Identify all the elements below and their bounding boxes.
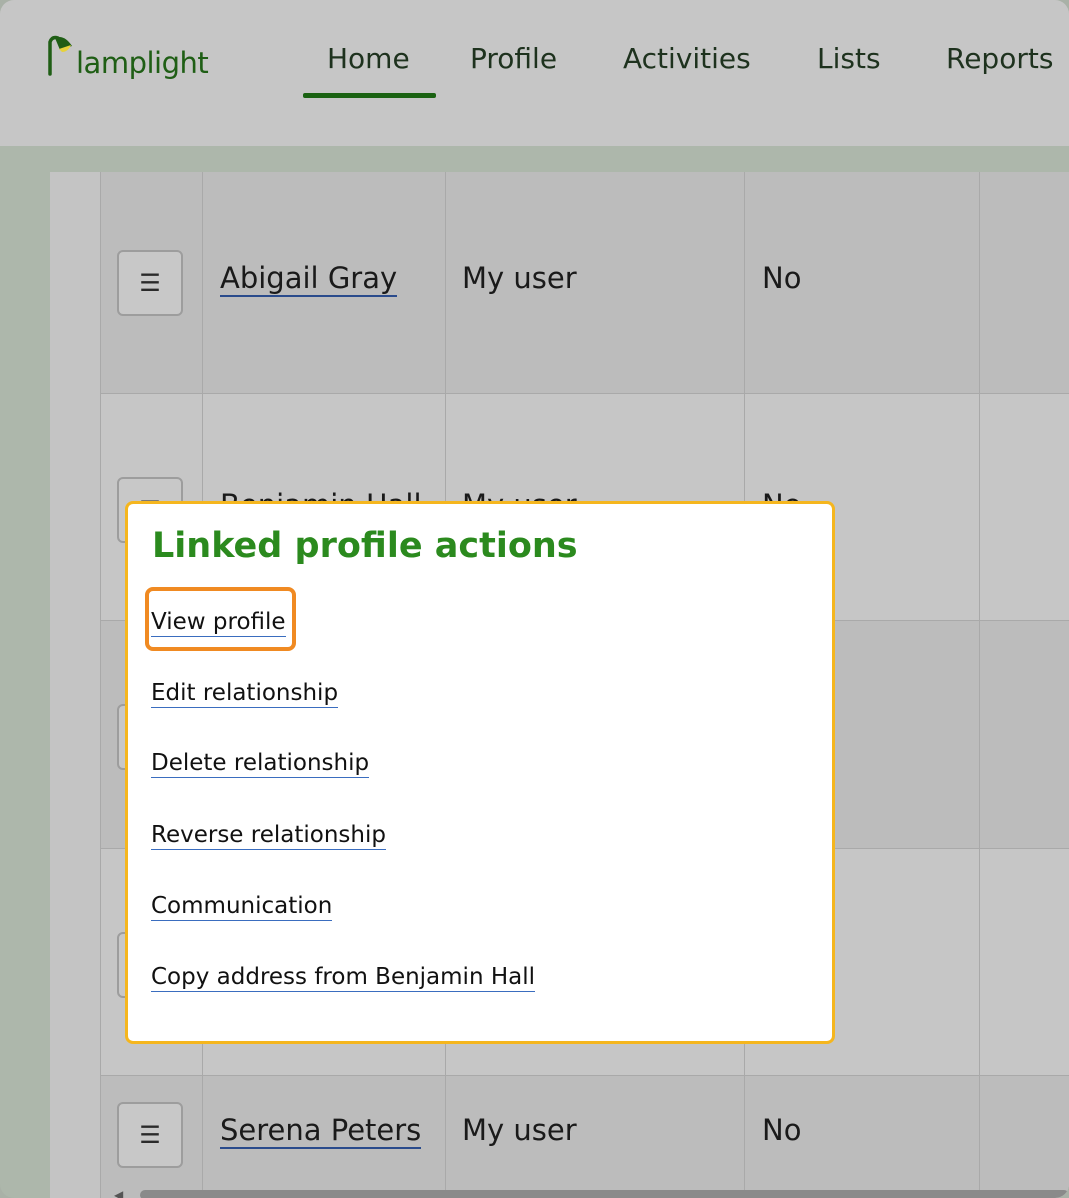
status-cell: No: [762, 1113, 802, 1147]
active-tab-indicator: [303, 93, 436, 98]
tab-activities[interactable]: Activities: [623, 42, 751, 75]
status-cell: No: [762, 261, 802, 295]
reverse-relationship-link[interactable]: Reverse relationship: [151, 821, 386, 850]
top-header: lamplight Home Profile Activities Lists …: [0, 0, 1069, 147]
tab-home[interactable]: Home: [327, 42, 410, 75]
tab-reports[interactable]: Reports: [946, 42, 1053, 75]
column-divider: [100, 172, 101, 1198]
lamp-icon: [48, 35, 72, 76]
copy-address-link[interactable]: Copy address from Benjamin Hall: [151, 963, 536, 992]
linked-profile-actions-popup: Linked profile actions View profile Edit…: [125, 501, 835, 1044]
row-menu-button[interactable]: ☰: [117, 250, 183, 316]
tab-lists[interactable]: Lists: [817, 42, 881, 75]
hamburger-icon: ☰: [139, 269, 161, 297]
profile-name-link[interactable]: Abigail Gray: [220, 261, 398, 297]
edit-relationship-link[interactable]: Edit relationship: [151, 679, 339, 708]
scroll-left-icon[interactable]: ◀: [114, 1188, 123, 1198]
focus-highlight: [145, 587, 296, 651]
delete-relationship-link[interactable]: Delete relationship: [151, 749, 370, 778]
hamburger-icon: ☰: [139, 1121, 161, 1149]
communication-link[interactable]: Communication: [151, 892, 333, 921]
tab-profile[interactable]: Profile: [470, 42, 557, 75]
row-menu-button[interactable]: ☰: [117, 1102, 183, 1168]
horizontal-scrollbar[interactable]: [140, 1190, 1069, 1198]
column-divider: [979, 172, 980, 1198]
profile-name-link[interactable]: Serena Peters: [220, 1113, 422, 1149]
relationship-cell: My user: [462, 261, 577, 295]
popup-title: Linked profile actions: [152, 526, 578, 566]
relationship-cell: My user: [462, 1113, 577, 1147]
app-window: lamplight Home Profile Activities Lists …: [0, 0, 1069, 1198]
logo-text: lamplight: [76, 46, 209, 80]
row-divider: [100, 1075, 1069, 1076]
row-divider: [100, 393, 1069, 394]
